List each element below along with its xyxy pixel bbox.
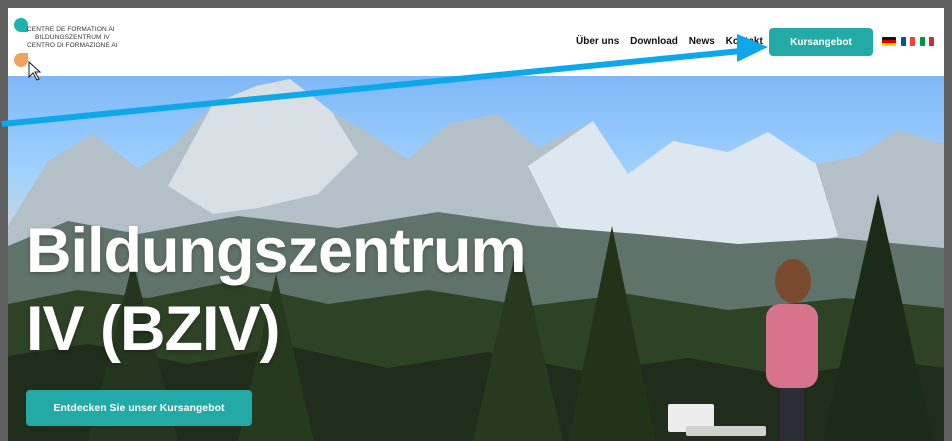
browser-frame: CENTRE DE FORMATION AI BILDUNGSZENTRUM I… bbox=[8, 8, 944, 441]
logo-line-2: BILDUNGSZENTRUM IV bbox=[35, 34, 110, 41]
hero-section: Bildungszentrum IV (BZIV) Entdecken Sie … bbox=[8, 76, 944, 441]
it-flag-icon[interactable] bbox=[920, 37, 934, 46]
logo-line-1: CENTRE DE FORMATION AI bbox=[27, 26, 115, 33]
nav-item-kontakt[interactable]: Kontakt bbox=[726, 36, 763, 47]
de-flag-icon[interactable] bbox=[882, 37, 896, 46]
nav-item-uber-uns[interactable]: Über uns bbox=[576, 36, 619, 47]
hero-title-line-1: Bildungszentrum bbox=[26, 216, 526, 286]
main-nav: Über uns Download News Kontakt bbox=[576, 36, 771, 47]
site-header: CENTRE DE FORMATION AI BILDUNGSZENTRUM I… bbox=[8, 8, 944, 76]
logo-line-3: CENTRO DI FORMAZIONE AI bbox=[27, 42, 118, 49]
kursangebot-button[interactable]: Kursangebot bbox=[769, 28, 873, 56]
hero-headline: Bildungszentrum IV (BZIV) bbox=[26, 212, 526, 368]
logo-shape-orange bbox=[14, 53, 28, 67]
nav-item-download[interactable]: Download bbox=[630, 36, 678, 47]
language-switcher bbox=[882, 37, 934, 46]
logo-shape-teal bbox=[14, 18, 28, 32]
site-logo[interactable]: CENTRE DE FORMATION AI BILDUNGSZENTRUM I… bbox=[14, 18, 144, 70]
hero-title-line-2: IV (BZIV) bbox=[26, 294, 280, 364]
nav-item-news[interactable]: News bbox=[689, 36, 715, 47]
entdecken-kursangebot-button[interactable]: Entdecken Sie unser Kursangebot bbox=[26, 390, 252, 426]
logo-text: CENTRE DE FORMATION AI BILDUNGSZENTRUM I… bbox=[27, 26, 118, 50]
fr-flag-icon[interactable] bbox=[901, 37, 915, 46]
